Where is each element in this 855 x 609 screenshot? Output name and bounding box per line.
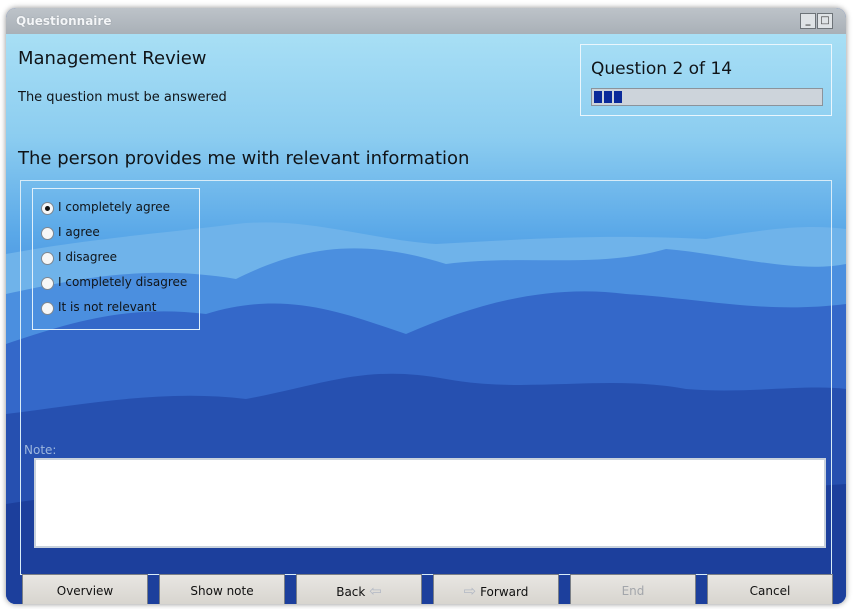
progress-label: Question 2 of 14	[591, 59, 733, 79]
question-text: The person provides me with relevant inf…	[18, 148, 470, 169]
answer-options-group: I completely agree I agree I disagree I …	[32, 188, 200, 330]
option-label: It is not relevant	[58, 300, 157, 314]
page-title: Management Review	[18, 48, 207, 69]
progress-segment	[614, 91, 622, 103]
show-note-button[interactable]: Show note	[159, 574, 285, 604]
note-textarea[interactable]	[34, 458, 826, 548]
progress-segment	[594, 91, 602, 103]
back-arrow-icon: ⇦	[369, 582, 382, 600]
required-hint: The question must be answered	[18, 90, 227, 105]
radio-button[interactable]	[41, 252, 54, 265]
radio-button[interactable]	[41, 277, 54, 290]
radio-button[interactable]	[41, 302, 54, 315]
forward-button[interactable]: ⇨ Forward	[433, 574, 559, 604]
radio-button[interactable]	[41, 202, 54, 215]
progress-segment	[604, 91, 612, 103]
option-label: I disagree	[58, 250, 117, 264]
progress-panel: Question 2 of 14	[580, 44, 832, 116]
maximize-icon[interactable]: □	[817, 13, 833, 29]
progress-bar	[591, 88, 823, 106]
back-button[interactable]: Back ⇦	[296, 574, 422, 604]
forward-button-label: Forward	[480, 585, 529, 599]
option-label: I completely agree	[58, 200, 171, 214]
questionnaire-window: Questionnaire _ □ Management Review The …	[6, 8, 846, 604]
end-button[interactable]: End	[570, 574, 696, 604]
radio-button[interactable]	[41, 227, 54, 240]
overview-button[interactable]: Overview	[22, 574, 148, 604]
minimize-icon[interactable]: _	[800, 13, 816, 29]
forward-arrow-icon: ⇨	[463, 582, 477, 600]
option-label: I completely disagree	[58, 275, 188, 289]
note-label: Note:	[24, 443, 57, 457]
title-bar: Questionnaire _ □	[6, 8, 846, 34]
questionnaire-content: Management Review The question must be a…	[6, 34, 846, 604]
option-label: I agree	[58, 225, 100, 239]
back-button-label: Back	[336, 585, 366, 599]
cancel-button[interactable]: Cancel	[707, 574, 833, 604]
window-title: Questionnaire	[16, 14, 112, 28]
